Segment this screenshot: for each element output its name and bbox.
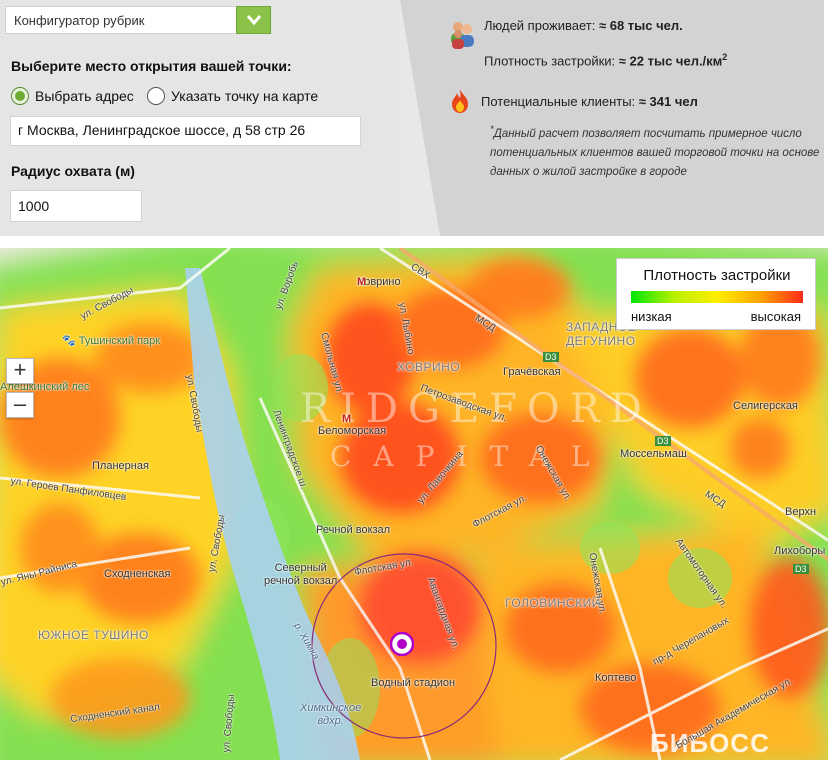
label-planernaya: Планерная [92,460,149,472]
label-grachevskaya: Грачёвская [503,366,561,378]
legend-gradient [631,291,803,303]
label-rechnoy-vokzal: Речной вокзал [316,524,391,536]
label-khimki-1: Химкинское [300,702,362,714]
note-text: Данный расчет позволяет посчитать пример… [490,127,820,178]
radio-address-button[interactable] [11,87,29,105]
heatmap-map[interactable]: RIDGEFORD CAPITAL БИБОСС ХОВРИНО ЗАПАДНО… [0,248,828,760]
metro-icon: М [357,276,367,288]
label-khovrino: М Ховрино [357,276,401,288]
label-tushinsky-park-text: Тушинский парк [78,335,161,347]
people-value: ≈ 68 тыс чел. [598,18,683,33]
radius-input[interactable]: 1000 [10,190,142,222]
label-north-terminal-1: Северный [274,562,327,574]
density-value: ≈ 22 тыс чел./км [618,53,723,69]
paw-icon: 🐾 [62,335,76,347]
label-skhodnenskaya: Сходненская [104,568,171,580]
panel-edge [824,0,828,236]
people-label: Людей проживает: [484,18,596,33]
label-belomorskaya-text: Беломорская [318,425,387,437]
label-verkh: Верхн [785,506,817,518]
label-koptevo: Коптево [595,672,637,684]
clients-label: Потенциальные клиенты: [481,94,636,109]
label-vodny-stadion: Водный стадион [371,677,456,689]
label-tushinsky-park: 🐾 Тушинский парк [62,334,160,347]
density-sup: 2 [722,52,728,62]
rubric-select-value: Конфигуратор рубрик [14,13,145,28]
rubric-select-toggle[interactable] [236,6,271,34]
clients-stat: Потенциальные клиенты: ≈ 341 чел [481,94,698,109]
radio-address[interactable]: Выбрать адрес [11,87,134,105]
flame-icon [452,89,468,113]
legend-high: высокая [750,309,801,324]
label-mosselmash: Моссельмаш [620,448,687,460]
badge-d3: D3 [543,352,559,362]
radio-address-label: Выбрать адрес [35,88,134,104]
radio-map-point[interactable]: Указать точку на карте [147,87,318,105]
label-north-terminal: Северный речной вокзал [264,562,337,588]
label-khimki-reservoir: Химкинское вдхр. [300,702,361,728]
badge-d3-3: D3 [793,564,809,574]
legend-low: низкая [631,309,672,324]
clients-value: ≈ 341 чел [638,94,698,109]
radio-map-point-button[interactable] [147,87,165,105]
label-north-terminal-2: речной вокзал [264,575,338,587]
radio-map-point-label: Указать точку на карте [171,88,319,104]
address-input[interactable]: г Москва, Ленинградское шоссе, д 58 стр … [10,116,361,146]
legend-title: Плотность застройки [643,267,791,284]
district-yuzhnoe-tushino: ЮЖНОЕ ТУШИНО [38,628,149,642]
people-icon [451,22,474,49]
zoom-in-button[interactable]: + [6,358,34,384]
watermark-bottom: CAPITAL [330,440,612,473]
label-likhobory: Лихоборы [774,545,826,557]
rubric-select[interactable]: Конфигуратор рубрик [5,6,271,34]
zoom-out-button[interactable]: – [6,392,34,418]
density-label: Плотность застройки: [484,53,616,69]
calc-note: *Данный расчет позволяет посчитать приме… [490,120,820,182]
control-panel: Конфигуратор рубрик Выберите место откры… [0,0,828,236]
district-golovinsky: ГОЛОВИНСКИЙ [505,596,601,610]
density-stat: Плотность застройки: ≈ 22 тыс чел./км2 [484,52,727,68]
people-stat: Людей проживает: ≈ 68 тыс чел. [484,18,683,33]
badge-d3-2: D3 [655,436,671,446]
district-khovrino: ХОВРИНО [397,360,461,374]
target-point-icon[interactable] [390,632,414,656]
location-title: Выберите место открытия вашей точки: [11,58,292,74]
label-belomorskaya: М Беломорская [318,413,386,437]
chevron-down-icon [246,15,262,26]
label-khimki-2: вдхр. [317,715,344,727]
label-seligerskaya: Селигерская [733,400,798,412]
radius-title: Радиус охвата (м) [11,163,135,179]
density-legend: Плотность застройки низкая высокая [616,258,816,330]
metro-icon: М [342,413,352,425]
